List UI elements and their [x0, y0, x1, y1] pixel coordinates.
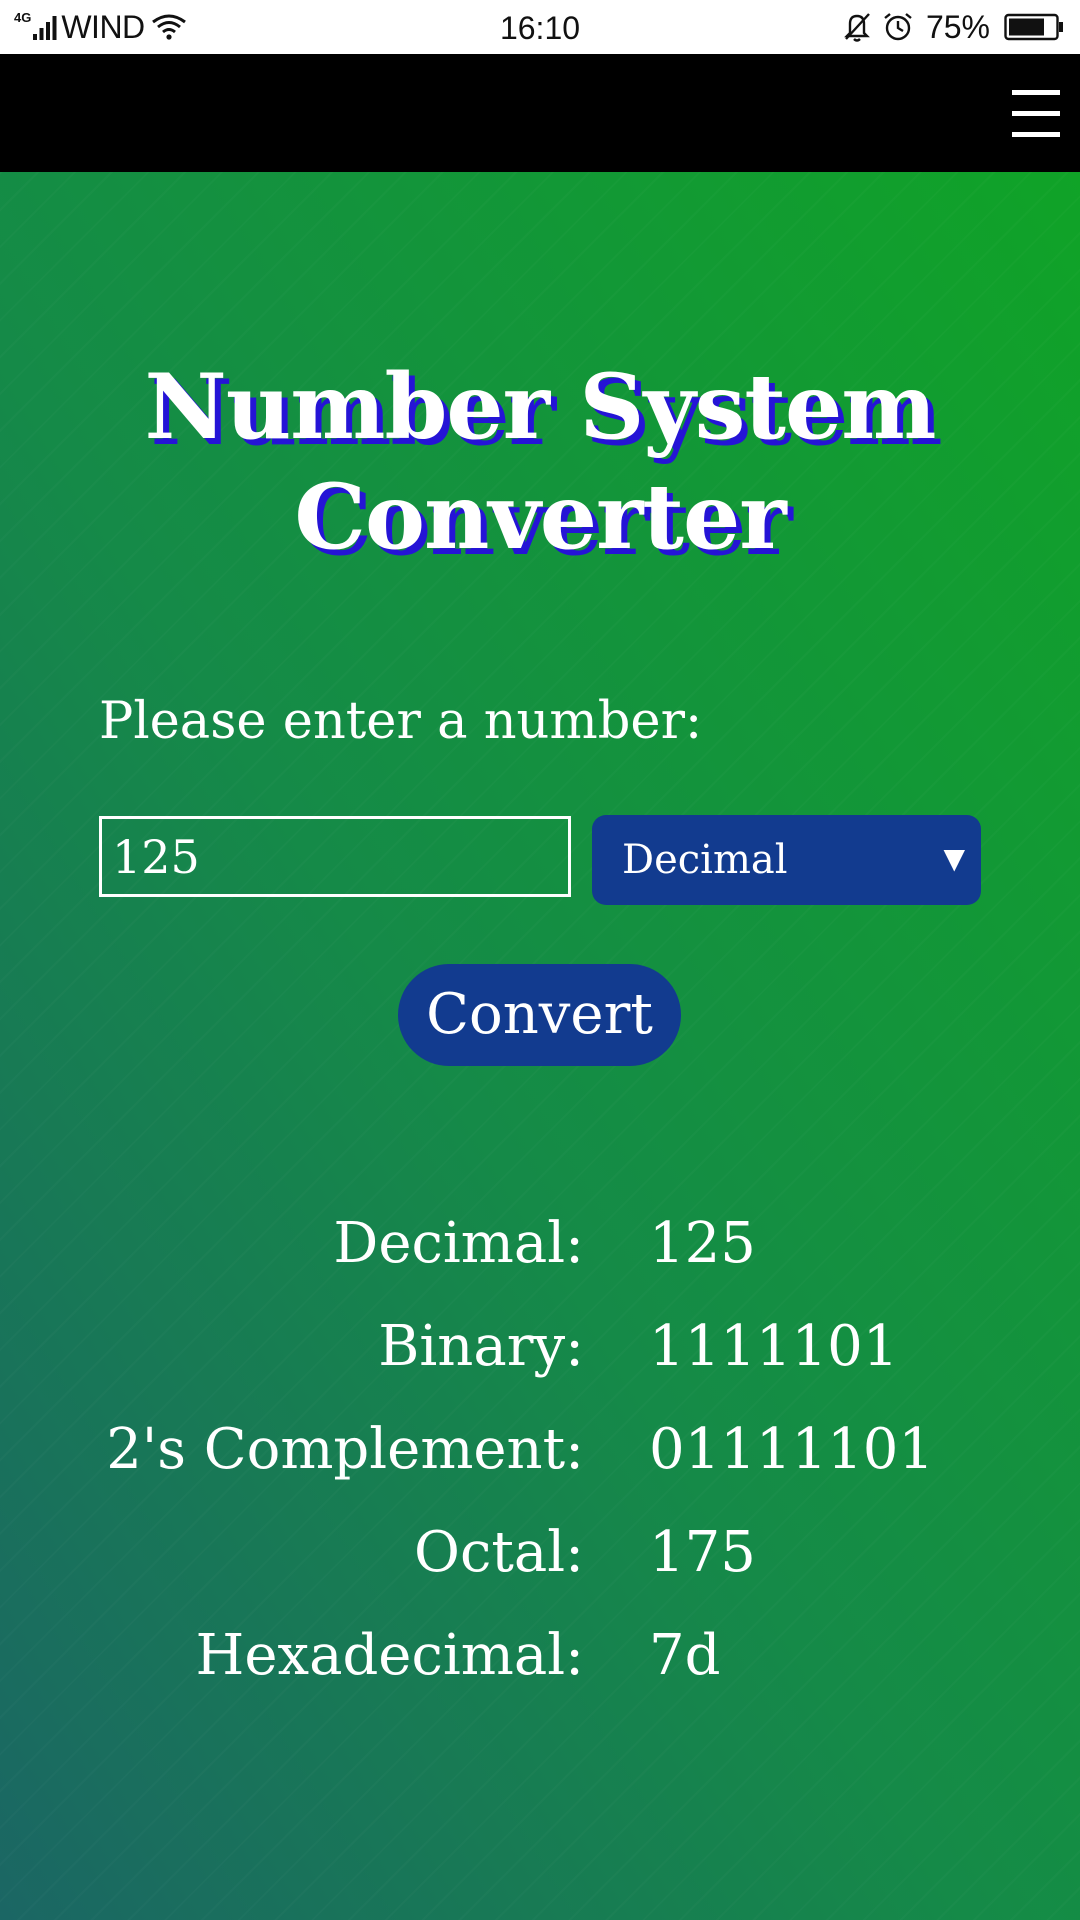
menu-line	[1012, 90, 1060, 95]
status-bar-right: 75%	[832, 0, 1064, 54]
number-input[interactable]	[99, 816, 571, 897]
result-label: 2's Complement:	[106, 1417, 584, 1482]
result-label: Decimal:	[333, 1211, 584, 1276]
result-label: Octal:	[414, 1520, 584, 1585]
hamburger-menu-icon[interactable]	[1012, 90, 1060, 138]
result-value: 01111101	[649, 1417, 935, 1482]
result-row-decimal: Decimal: 125	[0, 1192, 1080, 1295]
result-value: 175	[649, 1520, 756, 1585]
number-prompt-label: Please enter a number:	[99, 692, 703, 751]
result-value: 125	[649, 1211, 756, 1276]
base-select-dropdown[interactable]: Decimal ▼	[592, 815, 981, 905]
page-title: Number System Converter	[144, 354, 937, 570]
convert-button[interactable]: Convert	[398, 964, 681, 1066]
result-label: Binary:	[378, 1314, 584, 1379]
mute-bell-icon	[842, 11, 872, 43]
result-row-hexadecimal: Hexadecimal: 7d	[0, 1604, 1080, 1707]
result-row-twos-complement: 2's Complement: 01111101	[0, 1398, 1080, 1501]
result-row-octal: Octal: 175	[0, 1501, 1080, 1604]
result-value: 1111101	[649, 1314, 899, 1379]
alarm-icon	[882, 11, 914, 43]
base-select-value: Decimal	[622, 837, 788, 883]
results-list: Decimal: 125 Binary: 1111101 2's Complem…	[0, 1192, 1080, 1707]
top-app-bar	[0, 54, 1080, 172]
dropdown-arrow-icon: ▼	[943, 842, 965, 875]
result-row-binary: Binary: 1111101	[0, 1295, 1080, 1398]
battery-icon	[1004, 13, 1064, 41]
menu-line	[1012, 111, 1060, 116]
result-value: 7d	[649, 1623, 721, 1688]
status-bar: 4G WIND 16:10 75%	[0, 0, 1080, 54]
battery-percent: 75%	[925, 8, 990, 45]
menu-line	[1012, 132, 1060, 137]
converter-panel: Number System Converter Please enter a n…	[0, 172, 1080, 1920]
result-label: Hexadecimal:	[195, 1623, 584, 1688]
